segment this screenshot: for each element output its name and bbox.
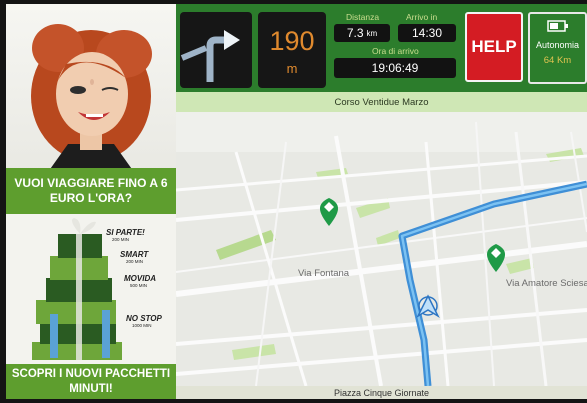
help-button[interactable]: HELP — [465, 12, 523, 82]
distance-unit: m — [286, 61, 298, 76]
distance-value: 190 — [269, 26, 315, 56]
current-position-icon — [418, 296, 438, 316]
autonomia-value: 64 Km — [543, 55, 572, 66]
turn-instruction — [180, 12, 252, 88]
nav-screen: VUOI VIAGGIARE FINO A 6 EURO L'ORA? SI P… — [6, 4, 587, 399]
battery-icon — [546, 20, 568, 32]
carrefour-icon[interactable] — [317, 196, 341, 226]
ad-cta[interactable]: SCOPRI I NUOVI PACCHETTI MINUTI! — [6, 364, 176, 399]
next-turn-distance: 190 m — [258, 12, 326, 88]
map-view[interactable]: Via Fontana Via Amatore Sciesa — [176, 112, 587, 386]
ad-package-stack: SI PARTE! 200 MIN SMART 200 MIN MOVIDA 500 … — [6, 214, 176, 364]
map-label-via-fontana: Via Fontana — [298, 268, 350, 279]
ad-headline: VUOI VIAGGIARE FINO A 6 EURO L'ORA? — [6, 168, 176, 214]
autonomia-label: Autonomia — [535, 40, 580, 50]
package-tag: SI PARTE! 200 MIN — [106, 228, 145, 242]
package-tag: NO STOP 1000 MIN — [126, 314, 162, 328]
arrivo-label: Arrivo in — [406, 12, 438, 22]
carrefour-icon[interactable] — [484, 242, 508, 272]
nav-header: 190 m Distanza 7.3 km Arrivo in 14:30 Ora… — [176, 4, 587, 92]
gift-stack-illustration — [32, 218, 122, 360]
next-street: Piazza Cinque Giornate — [176, 386, 587, 399]
arrivo-value: 14:30 — [398, 24, 456, 42]
ora-arrivo-value: 19:06:49 — [334, 58, 456, 78]
ora-arrivo-label: Ora di arrivo — [372, 46, 419, 56]
package-tag: MOVIDA 500 MIN — [124, 274, 156, 288]
map-label-via-amatore-sciesa: Via Amatore Sciesa — [506, 278, 587, 289]
distanza-value: 7.3 km — [334, 24, 390, 42]
autonomia-panel: Autonomia 64 Km — [528, 12, 587, 84]
ad-woman-image — [6, 4, 176, 172]
current-street: Corso Ventidue Marzo — [176, 92, 587, 112]
map-canvas — [176, 112, 587, 386]
distanza-label: Distanza — [346, 12, 380, 22]
turn-right-arrow-icon — [180, 30, 240, 82]
ad-banner[interactable]: VUOI VIAGGIARE FINO A 6 EURO L'ORA? SI P… — [6, 4, 176, 399]
package-tag: SMART 200 MIN — [120, 250, 149, 264]
